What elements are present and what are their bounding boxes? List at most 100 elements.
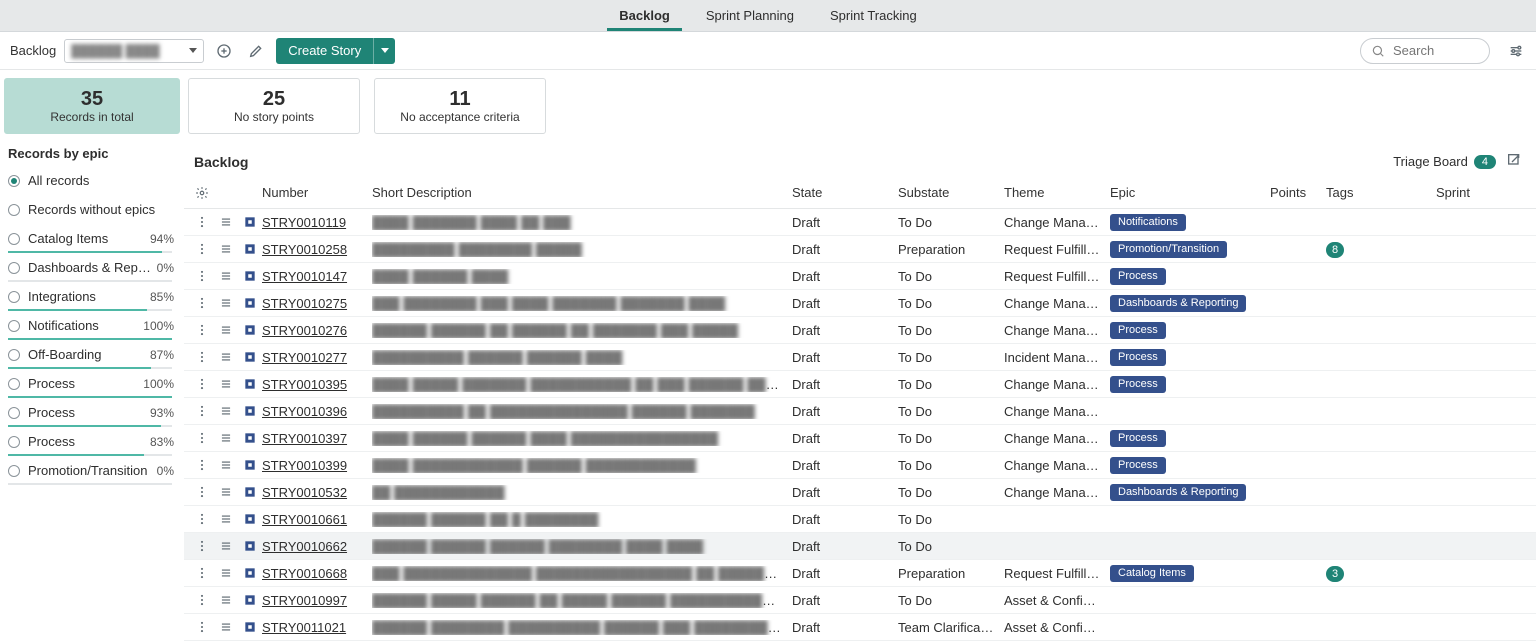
story-number-link[interactable]: STRY0010532 <box>262 485 347 500</box>
story-number-link[interactable]: STRY0011021 <box>262 620 346 635</box>
add-circle-button[interactable] <box>212 39 236 63</box>
row-drag-handle[interactable] <box>214 269 238 283</box>
table-row[interactable]: STRY0010662 ██████ ██████ ██████ ███████… <box>184 533 1536 560</box>
epic-pill[interactable]: Promotion/Transition <box>1110 241 1227 258</box>
row-drag-handle[interactable] <box>214 458 238 472</box>
row-drag-handle[interactable] <box>214 566 238 580</box>
epic-pill[interactable]: Dashboards & Reporting <box>1110 295 1246 312</box>
epic-pill[interactable]: Process <box>1110 430 1166 447</box>
row-drag-handle[interactable] <box>214 323 238 337</box>
row-actions-menu[interactable] <box>190 377 214 391</box>
table-row[interactable]: STRY0010276 ██████ ██████ ██ ██████ ██ █… <box>184 317 1536 344</box>
epic-pill[interactable]: Notifications <box>1110 214 1186 231</box>
story-number-link[interactable]: STRY0010668 <box>262 566 347 581</box>
create-story-main[interactable]: Create Story <box>276 38 373 64</box>
row-actions-menu[interactable] <box>190 323 214 337</box>
row-actions-menu[interactable] <box>190 350 214 364</box>
table-row[interactable]: STRY0010397 ████ ██████ ██████ ████ ████… <box>184 425 1536 452</box>
table-row[interactable]: STRY0010532 ██ ████████████ Draft To Do … <box>184 479 1536 506</box>
table-settings-icon[interactable] <box>190 186 214 200</box>
epic-filter-item[interactable]: Process 100% <box>4 372 180 401</box>
epic-filter-item[interactable]: Records without epics <box>4 198 180 227</box>
epic-pill[interactable]: Process <box>1110 457 1166 474</box>
table-row[interactable]: STRY0010258 █████████ ████████ █████ Dra… <box>184 236 1536 263</box>
story-number-link[interactable]: STRY0010258 <box>262 242 347 257</box>
epic-filter-item[interactable]: Process 83% <box>4 430 180 459</box>
col-number[interactable]: Number <box>262 185 372 200</box>
row-drag-handle[interactable] <box>214 620 238 634</box>
epic-filter-item[interactable]: Process 93% <box>4 401 180 430</box>
search-box[interactable] <box>1360 38 1490 64</box>
epic-pill[interactable]: Process <box>1110 376 1166 393</box>
stat-card-records-total[interactable]: 35 Records in total <box>4 78 180 134</box>
col-state[interactable]: State <box>792 185 898 200</box>
table-row[interactable]: STRY0010119 ████ ███████ ████ ██ ███ Dra… <box>184 209 1536 236</box>
table-row[interactable]: STRY0010399 ████ ████████████ ██████ ███… <box>184 452 1536 479</box>
row-actions-menu[interactable] <box>190 215 214 229</box>
epic-filter-item[interactable]: Notifications 100% <box>4 314 180 343</box>
table-row[interactable]: STRY0010396 ██████████ ██ ██████████████… <box>184 398 1536 425</box>
row-actions-menu[interactable] <box>190 620 214 634</box>
create-story-button[interactable]: Create Story <box>276 38 395 64</box>
epic-filter-item[interactable]: Integrations 85% <box>4 285 180 314</box>
row-drag-handle[interactable] <box>214 593 238 607</box>
row-actions-menu[interactable] <box>190 566 214 580</box>
tab-sprint-tracking[interactable]: Sprint Tracking <box>812 0 935 31</box>
row-actions-menu[interactable] <box>190 431 214 445</box>
row-actions-menu[interactable] <box>190 485 214 499</box>
row-actions-menu[interactable] <box>190 593 214 607</box>
col-short-description[interactable]: Short Description <box>372 185 792 200</box>
table-row[interactable]: STRY0010997 ██████ █████ ██████ ██ █████… <box>184 587 1536 614</box>
epic-filter-item[interactable]: Catalog Items 94% <box>4 227 180 256</box>
tag-count-badge[interactable]: 3 <box>1326 566 1344 582</box>
story-number-link[interactable]: STRY0010399 <box>262 458 347 473</box>
story-number-link[interactable]: STRY0010276 <box>262 323 347 338</box>
epic-pill[interactable]: Process <box>1110 322 1166 339</box>
edit-button[interactable] <box>244 39 268 63</box>
col-substate[interactable]: Substate <box>898 185 1004 200</box>
story-number-link[interactable]: STRY0010662 <box>262 539 347 554</box>
epic-pill[interactable]: Process <box>1110 349 1166 366</box>
filter-settings-button[interactable] <box>1504 39 1528 63</box>
row-actions-menu[interactable] <box>190 404 214 418</box>
row-drag-handle[interactable] <box>214 377 238 391</box>
open-external-icon[interactable] <box>1506 152 1522 171</box>
col-tags[interactable]: Tags <box>1326 185 1436 200</box>
story-number-link[interactable]: STRY0010997 <box>262 593 347 608</box>
story-number-link[interactable]: STRY0010661 <box>262 512 347 527</box>
row-drag-handle[interactable] <box>214 539 238 553</box>
epic-pill[interactable]: Dashboards & Reporting <box>1110 484 1246 501</box>
row-drag-handle[interactable] <box>214 404 238 418</box>
story-number-link[interactable]: STRY0010277 <box>262 350 347 365</box>
story-number-link[interactable]: STRY0010275 <box>262 296 347 311</box>
search-input[interactable] <box>1391 42 1471 59</box>
stat-card-no-acceptance[interactable]: 11 No acceptance criteria <box>374 78 546 134</box>
epic-pill[interactable]: Catalog Items <box>1110 565 1194 582</box>
tab-sprint-planning[interactable]: Sprint Planning <box>688 0 812 31</box>
epic-filter-item[interactable]: Promotion/Transition 0% <box>4 459 180 488</box>
epic-filter-item[interactable]: Dashboards & Reporting 0% <box>4 256 180 285</box>
story-number-link[interactable]: STRY0010397 <box>262 431 347 446</box>
row-drag-handle[interactable] <box>214 215 238 229</box>
triage-board-label[interactable]: Triage Board <box>1393 154 1468 169</box>
col-points[interactable]: Points <box>1270 185 1326 200</box>
story-number-link[interactable]: STRY0010396 <box>262 404 347 419</box>
backlog-select[interactable]: ██████ ████ <box>64 39 204 63</box>
row-drag-handle[interactable] <box>214 296 238 310</box>
row-drag-handle[interactable] <box>214 242 238 256</box>
table-row[interactable]: STRY0010275 ███ ████████ ███ ████ ██████… <box>184 290 1536 317</box>
table-row[interactable]: STRY0010668 ███ ██████████████ █████████… <box>184 560 1536 587</box>
table-row[interactable]: STRY0010277 ██████████ ██████ ██████ ███… <box>184 344 1536 371</box>
col-theme[interactable]: Theme <box>1004 185 1110 200</box>
create-story-dropdown[interactable] <box>373 38 395 64</box>
table-row[interactable]: STRY0010395 ████ █████ ███████ █████████… <box>184 371 1536 398</box>
row-actions-menu[interactable] <box>190 242 214 256</box>
epic-pill[interactable]: Process <box>1110 268 1166 285</box>
row-drag-handle[interactable] <box>214 431 238 445</box>
col-epic[interactable]: Epic <box>1110 185 1270 200</box>
row-actions-menu[interactable] <box>190 296 214 310</box>
tag-count-badge[interactable]: 8 <box>1326 242 1344 258</box>
stat-card-no-story-points[interactable]: 25 No story points <box>188 78 360 134</box>
story-number-link[interactable]: STRY0010395 <box>262 377 347 392</box>
row-drag-handle[interactable] <box>214 350 238 364</box>
